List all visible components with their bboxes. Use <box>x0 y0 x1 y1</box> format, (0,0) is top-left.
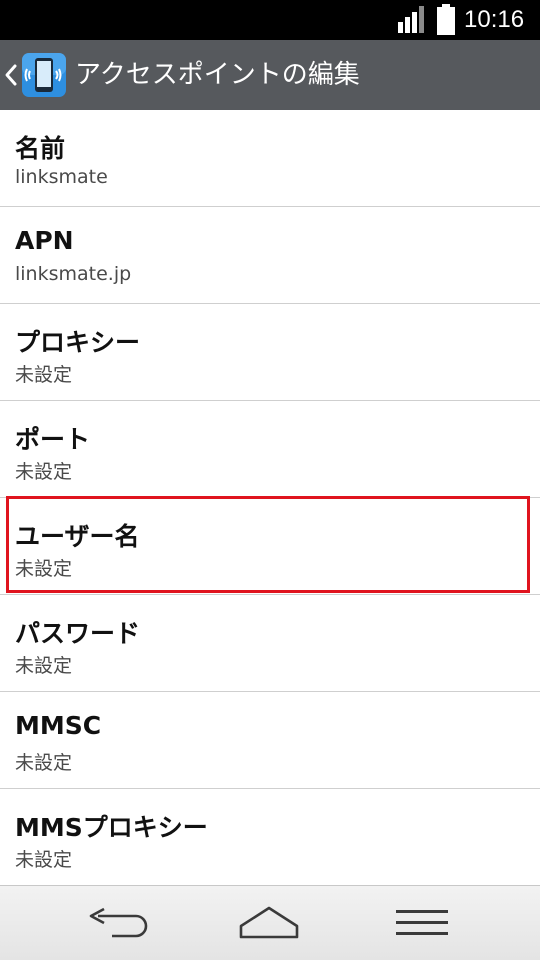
nav-menu-button[interactable] <box>362 886 482 960</box>
setting-row-username[interactable]: ユーザー名 未設定 <box>0 498 540 595</box>
setting-value: 未設定 <box>15 655 73 677</box>
setting-value: 未設定 <box>15 364 73 386</box>
setting-value: 未設定 <box>15 558 73 580</box>
setting-value: linksmate.jp <box>15 263 132 285</box>
setting-label: パスワード <box>15 619 141 648</box>
setting-label: 名前 <box>15 134 66 163</box>
setting-label: MMSC <box>15 711 102 740</box>
page-title: アクセスポイントの編集 <box>75 60 360 90</box>
setting-row-mmsc[interactable]: MMSC 未設定 <box>0 692 540 789</box>
setting-value: 未設定 <box>15 461 73 483</box>
status-bar: 10:16 <box>0 0 540 40</box>
back-arrow-icon <box>89 907 148 938</box>
setting-row-mms-proxy[interactable]: MMSプロキシー 未設定 <box>0 789 540 886</box>
navigation-bar <box>0 885 540 960</box>
setting-label: プロキシー <box>15 328 141 357</box>
nav-home-button[interactable] <box>209 886 329 960</box>
setting-row-proxy[interactable]: プロキシー 未設定 <box>0 304 540 401</box>
setting-label: APN <box>15 226 74 255</box>
battery-full-icon <box>437 4 455 35</box>
status-time: 10:16 <box>464 6 525 33</box>
setting-label: MMSプロキシー <box>15 813 208 842</box>
setting-row-apn[interactable]: APN linksmate.jp <box>0 207 540 304</box>
setting-row-password[interactable]: パスワード 未設定 <box>0 595 540 692</box>
action-bar: アクセスポイントの編集 <box>0 40 540 110</box>
setting-label: ポート <box>15 425 91 454</box>
setting-value: linksmate <box>15 166 108 188</box>
setting-row-name[interactable]: 名前 linksmate <box>0 110 540 207</box>
chevron-left-icon[interactable] <box>4 63 18 87</box>
setting-row-port[interactable]: ポート 未設定 <box>0 401 540 498</box>
signal-bars-icon <box>398 6 428 33</box>
nav-back-button[interactable] <box>58 886 178 960</box>
apn-settings-list: 名前 linksmate APN linksmate.jp プロキシー 未設定 … <box>0 110 540 886</box>
phone-wifi-settings-icon[interactable] <box>20 51 68 99</box>
setting-value: 未設定 <box>15 849 73 871</box>
home-icon <box>239 906 299 939</box>
setting-value: 未設定 <box>15 752 73 774</box>
menu-icon <box>396 910 448 935</box>
setting-label: ユーザー名 <box>15 522 140 551</box>
